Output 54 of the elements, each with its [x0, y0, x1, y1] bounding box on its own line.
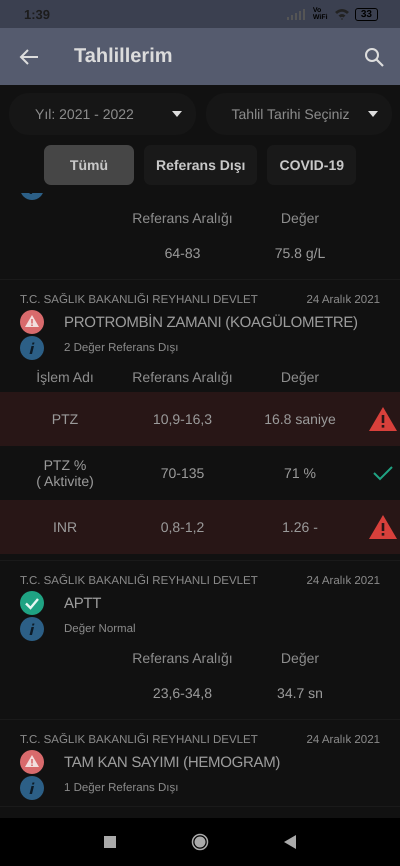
check-icon	[372, 465, 392, 481]
table-cell-text: INR	[52, 519, 78, 535]
result-summary: Değer Normal	[64, 623, 136, 635]
hospital-name: T.C. SAĞLIK BAKANLIĞI REYHANLI DEVLET	[20, 575, 258, 587]
table-cell-text: 1.26 -	[281, 519, 319, 535]
signal-icon	[286, 8, 308, 20]
filter-tab[interactable]: Tümü	[44, 145, 134, 185]
table-cell-text: 64-83	[164, 245, 202, 261]
square-icon	[104, 836, 116, 848]
hospital-name: T.C. SAĞLIK BAKANLIĞI REYHANLI DEVLET	[20, 294, 258, 306]
column-header: Referans Aralığı	[131, 210, 234, 226]
test-title[interactable]: APTT	[64, 594, 102, 612]
table-cell-text: 10,9-16,3	[152, 411, 214, 427]
table-cell-text: 70-135	[160, 465, 206, 481]
dropdown-caret-icon	[172, 111, 182, 117]
dropdown[interactable]: Yıl: 2021 - 2022	[9, 93, 196, 135]
test-date: 24 Aralık 2021	[306, 575, 380, 587]
warning-icon	[368, 514, 398, 540]
table-cell-text: 23,6-34,8	[152, 685, 214, 701]
filter-tab[interactable]: COVID-19	[267, 145, 356, 185]
info-icon	[20, 336, 44, 360]
dropdown[interactable]: Tahlil Tarihi Seçiniz	[206, 93, 392, 135]
table-cell-text: 34.7 sn	[276, 685, 324, 701]
column-header: Referans Aralığı	[131, 369, 234, 385]
warning-icon	[368, 406, 398, 432]
screen-title: Tahlillerim	[74, 45, 174, 68]
column-header: Referans Aralığı	[131, 650, 234, 666]
table-cell-text: 75.8 g/L	[274, 245, 326, 261]
test-date: 24 Aralık 2021	[306, 734, 380, 746]
info-icon	[20, 617, 44, 641]
back-triangle-icon	[284, 835, 296, 849]
result-summary: 2 Değer Referans Dışı	[64, 342, 178, 354]
info-icon	[20, 776, 44, 800]
column-header: Değer	[280, 210, 320, 226]
result-summary: 1 Değer Referans Dışı	[64, 782, 178, 794]
test-title[interactable]: TAM KAN SAYIMI (HEMOGRAM)	[64, 754, 280, 770]
wifi-icon	[334, 8, 350, 20]
hospital-name: T.C. SAĞLIK BAKANLIĞI REYHANLI DEVLET	[20, 734, 258, 746]
back-arrow-icon	[19, 48, 39, 64]
filter-tab[interactable]: Referans Dışı	[144, 145, 258, 185]
home-circle-icon	[191, 833, 209, 851]
search-icon	[364, 46, 384, 66]
dropdown-caret-icon	[368, 111, 378, 117]
battery-icon: 33	[354, 8, 378, 20]
column-header: Değer	[280, 369, 320, 385]
test-date: 24 Aralık 2021	[306, 294, 380, 306]
table-cell-text: 71 %	[283, 465, 317, 481]
column-header: Değer	[280, 650, 320, 666]
table-cell-text: 16.8 saniye	[263, 411, 337, 427]
test-title[interactable]: PROTROMBİN ZAMANI (KOAGÜLOMETRE)	[64, 314, 358, 330]
table-cell-text: PTZ	[50, 411, 80, 427]
table-cell-text: 0,8-1,2	[160, 519, 206, 535]
column-header: İşlem Adı	[35, 369, 95, 385]
table-cell-text: PTZ % ( Aktivite)	[35, 457, 95, 489]
